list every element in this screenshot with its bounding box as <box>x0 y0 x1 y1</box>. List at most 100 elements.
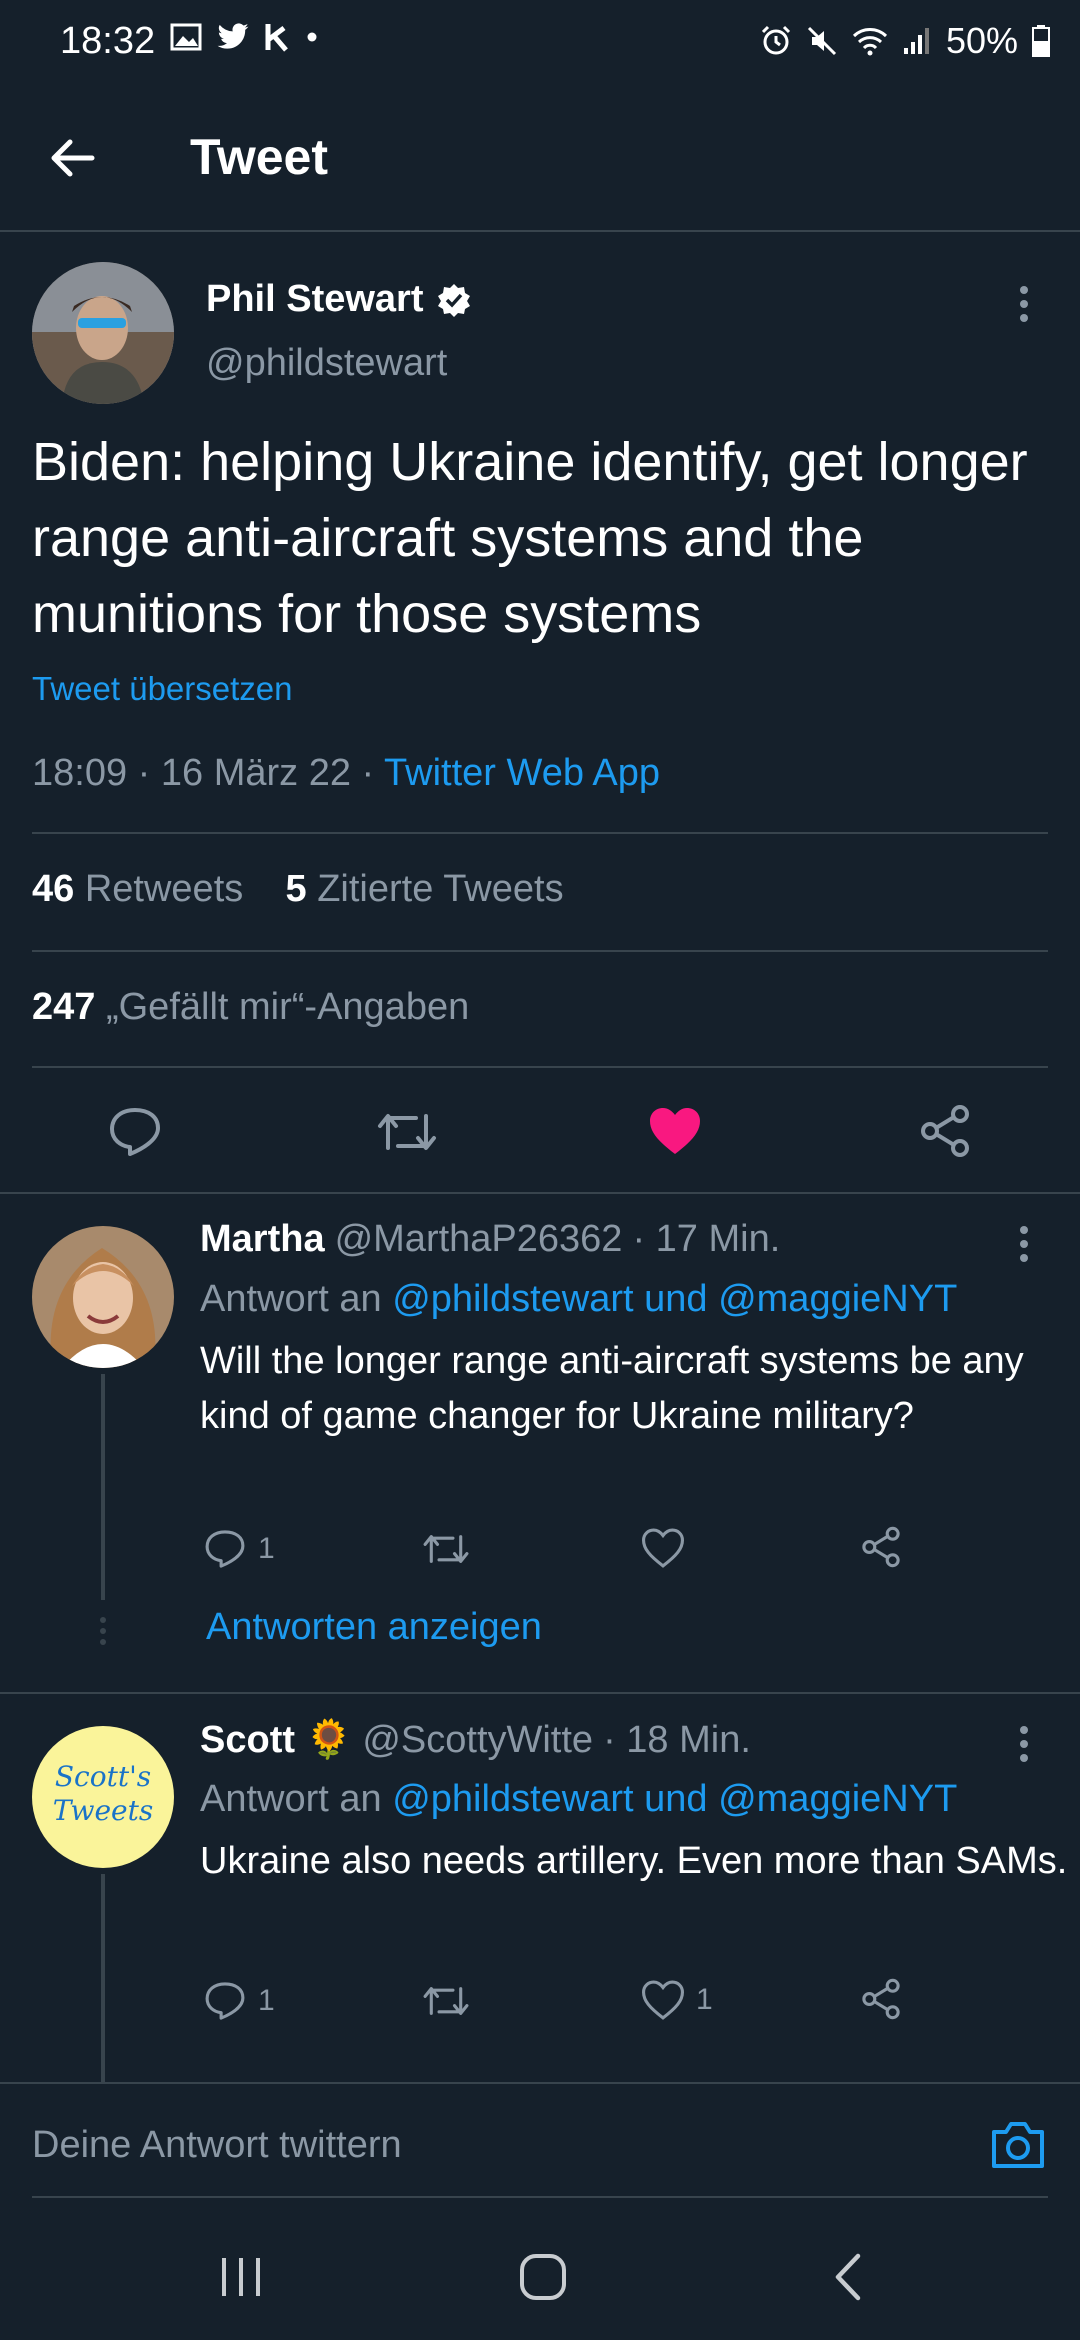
system-back-button[interactable] <box>830 2252 866 2302</box>
more-icon <box>1020 286 1028 322</box>
reply-author-name[interactable]: Scott <box>200 1719 295 1762</box>
reply-share-button[interactable] <box>860 1526 902 1568</box>
reply-header: Martha @MarthaP26362 · 17 Min. <box>200 1218 780 1261</box>
battery-icon <box>1032 25 1050 57</box>
thread-line <box>101 1874 105 2084</box>
back-arrow-icon <box>51 139 95 177</box>
quotes-count: 5 <box>285 868 307 910</box>
reply-avatar[interactable] <box>32 1226 174 1368</box>
retweets-stat[interactable]: 46 Retweets <box>32 868 243 910</box>
alarm-icon <box>761 25 790 55</box>
reply-author-name[interactable]: Martha <box>200 1218 325 1261</box>
retweets-label: Retweets <box>84 868 244 910</box>
reply-avatar-logo: Scott's Tweets <box>52 1760 154 1827</box>
like-icon <box>642 1980 684 2020</box>
reply-text: Ukraine also needs artillery. Even more … <box>200 1840 1068 1882</box>
reply-retweet-button[interactable] <box>422 1530 470 1568</box>
camera-icon <box>992 2122 1044 2168</box>
reply-more-button[interactable] <box>1018 1724 1030 1764</box>
reply-time: · 17 Min. <box>632 1218 781 1260</box>
author-photo <box>32 262 174 404</box>
k-app-icon <box>265 24 288 52</box>
tweet-source-link[interactable]: Twitter Web App <box>384 752 660 794</box>
home-icon <box>520 2254 566 2300</box>
reply-time: · 18 Min. <box>603 1718 751 1761</box>
system-nav-bar <box>0 2210 1080 2340</box>
reply-header: Scott 🌻 @ScottyWitte · 18 Min. <box>200 1718 751 1762</box>
reply-reply-button[interactable]: 1 <box>204 1980 275 2022</box>
likes-count: 247 <box>32 986 96 1028</box>
status-bar: 18:32 50% <box>0 0 1080 84</box>
like-icon <box>642 1528 684 1568</box>
verified-badge-icon <box>437 283 470 317</box>
like-button[interactable] <box>648 1106 702 1156</box>
retweet-button[interactable] <box>376 1108 438 1156</box>
quotes-label: Zitierte Tweets <box>317 868 564 910</box>
page-title: Tweet <box>190 129 328 185</box>
compose-underline <box>32 2196 1048 2198</box>
divider <box>32 1066 1048 1068</box>
reply-author-handle[interactable]: @MarthaP26362 <box>335 1218 623 1261</box>
recents-button[interactable] <box>218 2254 264 2300</box>
reply-to-prefix: Antwort an <box>200 1778 393 1820</box>
divider <box>32 950 1048 952</box>
retweet-stats: 46 Retweets 5 Zitierte Tweets <box>32 868 564 911</box>
reply-like-button[interactable]: 1 <box>642 1980 713 2020</box>
author-avatar[interactable] <box>32 262 174 404</box>
quotes-stat[interactable]: 5 Zitierte Tweets <box>285 868 563 910</box>
tweet-meta: 18:09 · 16 März 22 · Twitter Web App <box>32 752 660 795</box>
recents-icon <box>222 2258 260 2296</box>
show-replies-link[interactable]: Antworten anzeigen <box>206 1606 542 1649</box>
top-app-bar: Tweet <box>0 84 1080 232</box>
twitter-bird-icon <box>217 23 249 49</box>
translate-tweet-link[interactable]: Tweet übersetzen <box>32 670 293 708</box>
reply-icon <box>205 1530 245 1568</box>
status-system-icons: 50% <box>760 20 1050 62</box>
home-button[interactable] <box>518 2252 568 2302</box>
reply-avatar-photo <box>32 1226 174 1368</box>
signal-icon <box>903 28 929 54</box>
reply-compose-input[interactable]: Deine Antwort twittern <box>32 2124 402 2167</box>
reply-to-targets[interactable]: @phildstewart und @maggieNYT <box>392 1778 957 1820</box>
nav-back-icon <box>835 2253 861 2301</box>
reply-retweet-button[interactable] <box>422 1982 470 2020</box>
status-time: 18:32 <box>60 20 156 62</box>
reply-author-handle[interactable]: @ScottyWitte <box>362 1719 593 1762</box>
thread-dots <box>97 1616 109 1646</box>
thread-dots-icon <box>100 1617 106 1645</box>
reply-share-button[interactable] <box>860 1978 902 2020</box>
reply-button[interactable] <box>108 1106 162 1158</box>
author-handle[interactable]: @phildstewart <box>206 342 447 385</box>
author-name[interactable]: Phil Stewart <box>206 278 424 321</box>
reply-like-button[interactable] <box>642 1528 696 1568</box>
tweet-timestamp: 18:09 · 16 März 22 · <box>32 752 385 794</box>
reply-more-button[interactable] <box>1018 1224 1030 1264</box>
battery-percent: 50% <box>945 20 1018 61</box>
reply-icon <box>110 1108 160 1156</box>
reply-to-line: Antwort an @phildstewart und @maggieNYT <box>200 1778 957 1821</box>
share-button[interactable] <box>918 1104 972 1158</box>
thread-line <box>101 1374 105 1600</box>
status-notification-icons <box>170 22 318 52</box>
back-button[interactable] <box>46 130 102 186</box>
reply-avatar[interactable]: Scott's Tweets <box>32 1726 174 1868</box>
reply-reply-button[interactable]: 1 <box>204 1528 275 1570</box>
wifi-icon <box>852 28 887 56</box>
reply-to-prefix: Antwort an <box>200 1278 393 1320</box>
dot-icon <box>307 32 317 42</box>
reply-item[interactable]: Martha @MarthaP26362 · 17 Min. Antwort a… <box>0 1194 1080 1694</box>
divider <box>32 832 1048 834</box>
camera-button[interactable] <box>990 2118 1046 2170</box>
mute-icon <box>807 26 836 56</box>
tweet-more-button[interactable] <box>1018 284 1030 324</box>
like-count: 1 <box>696 1983 713 2016</box>
likes-stat[interactable]: 247 „Gefällt mir“-Angaben <box>32 986 469 1029</box>
author-name-row: Phil Stewart <box>206 278 472 321</box>
reply-to-targets[interactable]: @phildstewart und @maggieNYT <box>392 1278 957 1320</box>
gallery-icon <box>170 23 202 51</box>
reply-item[interactable]: Scott's Tweets Scott 🌻 @ScottyWitte · 18… <box>0 1694 1080 2084</box>
reply-count: 1 <box>258 1984 275 2017</box>
likes-label: „Gefällt mir“-Angaben <box>105 986 470 1028</box>
more-icon <box>1020 1226 1028 1262</box>
share-icon <box>862 1978 900 2020</box>
